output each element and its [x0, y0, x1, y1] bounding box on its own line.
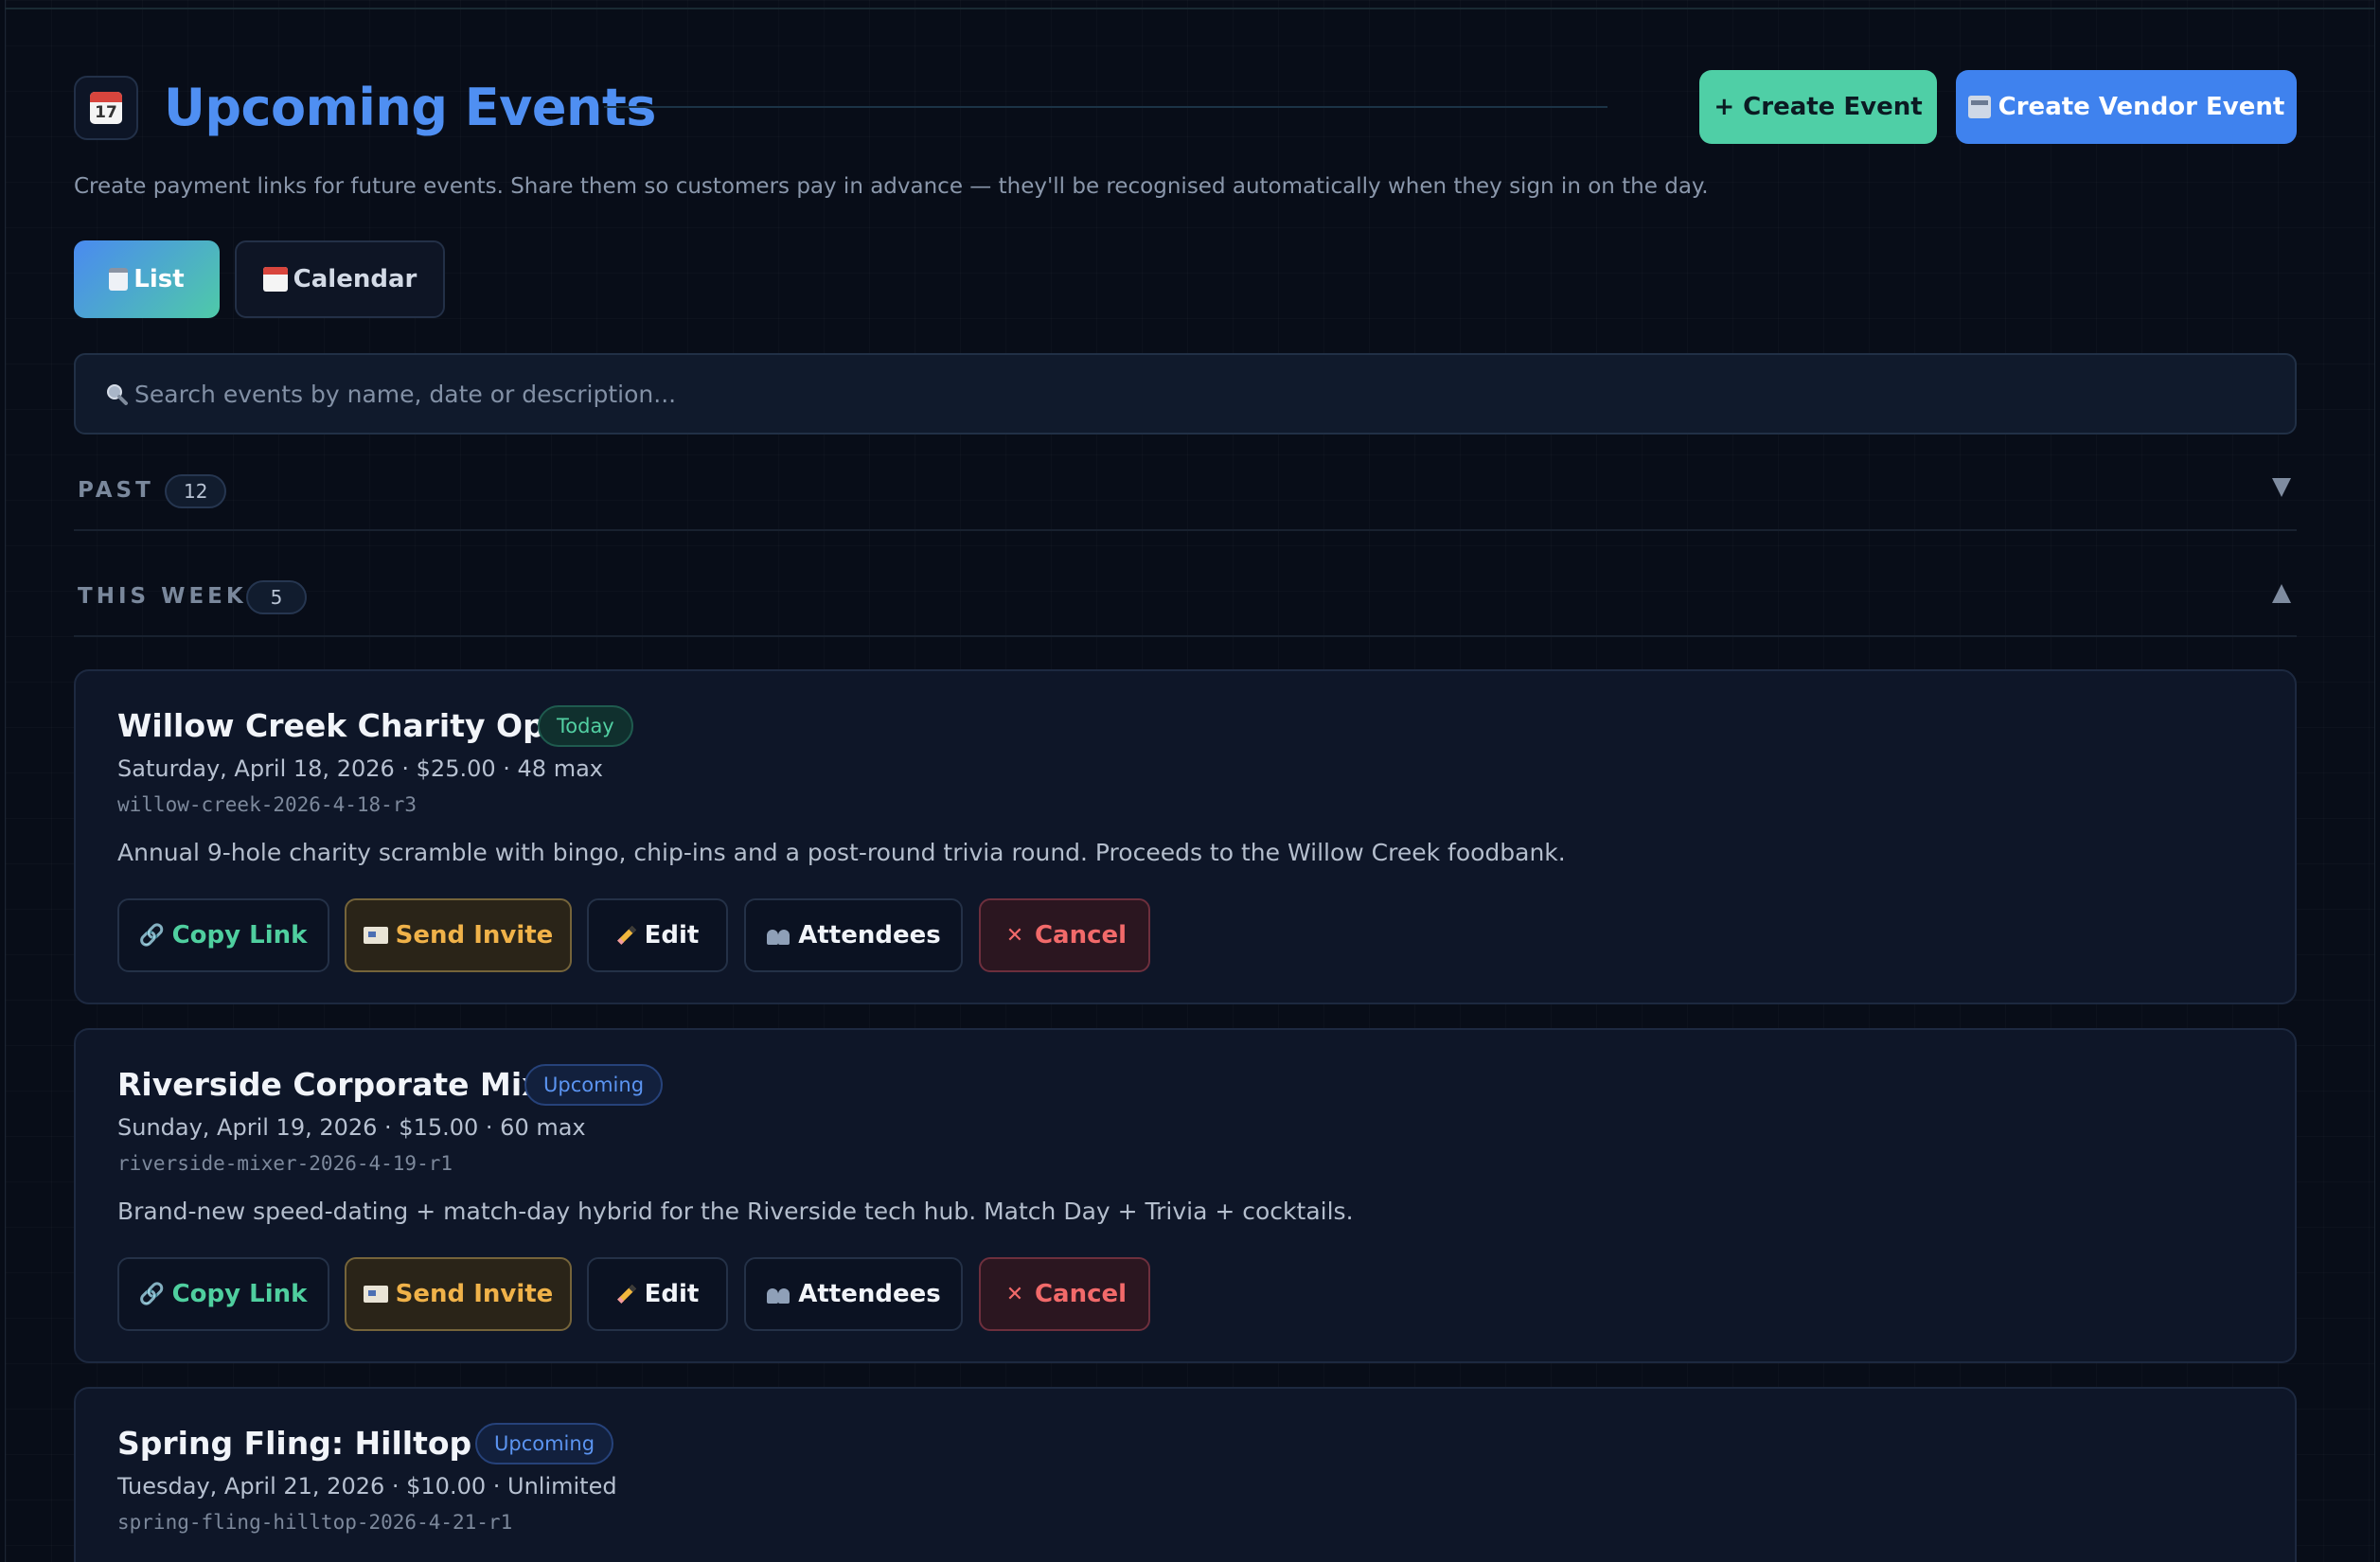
tab-list[interactable]: List — [74, 240, 220, 318]
top-divider — [5, 8, 2375, 9]
pencil-icon — [616, 926, 636, 945]
status-badge: Today — [538, 705, 633, 747]
status-badge: Upcoming — [524, 1064, 664, 1106]
attendees-label: Attendees — [798, 921, 941, 950]
event-meta: Tuesday, April 21, 2026 · $10.00 · Unlim… — [117, 1473, 617, 1500]
chevron-up-icon[interactable] — [2272, 584, 2291, 603]
cancel-button[interactable]: ✕ Cancel — [979, 898, 1150, 972]
event-title: Spring Fling: Hilltop HQ — [117, 1425, 536, 1462]
envelope-icon — [363, 1286, 388, 1303]
envelope-icon — [363, 927, 388, 944]
section-past[interactable]: PAST 12 — [74, 465, 2297, 531]
title-divider — [604, 106, 1607, 108]
event-meta: Sunday, April 19, 2026 · $15.00 · 60 max — [117, 1114, 586, 1141]
shop-icon — [1967, 96, 1991, 118]
copy-link-label: Copy Link — [171, 921, 308, 950]
create-vendor-event-button[interactable]: Create Vendor Event — [1956, 70, 2297, 144]
send-invite-label: Send Invite — [395, 921, 554, 950]
tab-calendar-label: Calendar — [293, 265, 417, 293]
attendees-label: Attendees — [798, 1280, 941, 1308]
tab-list-label: List — [133, 265, 185, 293]
event-slug: riverside-mixer-2026-4-19-r1 — [117, 1152, 453, 1175]
search-icon — [107, 384, 128, 405]
cancel-label: Cancel — [1034, 1280, 1128, 1308]
event-slug: willow-creek-2026-4-18-r3 — [117, 793, 417, 816]
create-event-button[interactable]: + Create Event — [1699, 70, 1937, 144]
event-title: Riverside Corporate Mixer — [117, 1066, 579, 1103]
clipboard-icon — [109, 268, 129, 291]
event-description: Annual 9-hole charity scramble with bing… — [117, 839, 1566, 866]
tab-calendar[interactable]: Calendar — [235, 240, 445, 318]
section-past-label: PAST — [78, 478, 154, 503]
edit-label: Edit — [644, 1280, 700, 1308]
pencil-icon — [616, 1285, 636, 1304]
page-header: 17 Upcoming Events + Create Event Create… — [74, 70, 2297, 146]
edit-button[interactable]: Edit — [587, 898, 728, 972]
send-invite-button[interactable]: Send Invite — [345, 1257, 572, 1331]
people-icon — [766, 1285, 790, 1304]
calendar-icon: 17 — [74, 76, 138, 140]
cancel-label: Cancel — [1034, 921, 1128, 950]
section-this-week-label: THIS WEEK — [78, 584, 247, 609]
page-title: Upcoming Events — [164, 78, 656, 137]
edit-button[interactable]: Edit — [587, 1257, 728, 1331]
page-subtitle: Create payment links for future events. … — [74, 174, 1709, 199]
x-icon: ✕ — [1005, 1282, 1024, 1306]
status-badge: Upcoming — [475, 1423, 614, 1464]
event-title: Willow Creek Charity Open — [117, 707, 589, 744]
calendar-icon — [262, 267, 288, 292]
edit-label: Edit — [644, 921, 700, 950]
chevron-down-icon[interactable] — [2272, 478, 2291, 497]
x-icon: ✕ — [1005, 923, 1024, 948]
section-past-count: 12 — [165, 474, 227, 508]
copy-link-button[interactable]: 🔗 Copy Link — [117, 898, 329, 972]
link-icon: 🔗 — [138, 923, 166, 948]
copy-link-button[interactable]: 🔗 Copy Link — [117, 1257, 329, 1331]
section-this-week-count: 5 — [246, 580, 307, 614]
event-slug: spring-fling-hilltop-2026-4-21-r1 — [117, 1511, 513, 1534]
copy-link-label: Copy Link — [171, 1280, 308, 1308]
section-this-week[interactable]: THIS WEEK 5 — [74, 571, 2297, 637]
search-input[interactable] — [134, 355, 2274, 433]
attendees-button[interactable]: Attendees — [744, 898, 963, 972]
search-bar — [74, 353, 2297, 435]
people-icon — [766, 926, 790, 945]
event-meta: Saturday, April 18, 2026 · $25.00 · 48 m… — [117, 755, 603, 782]
event-card: Willow Creek Charity Open Today Saturday… — [74, 669, 2297, 1004]
send-invite-button[interactable]: Send Invite — [345, 898, 572, 972]
event-card: Spring Fling: Hilltop HQ Upcoming Tuesda… — [74, 1387, 2297, 1562]
create-vendor-event-label: Create Vendor Event — [1998, 93, 2285, 121]
link-icon: 🔗 — [138, 1282, 166, 1306]
attendees-button[interactable]: Attendees — [744, 1257, 963, 1331]
event-description: Brand-new speed-dating + match-day hybri… — [117, 1198, 1354, 1225]
event-card: Riverside Corporate Mixer Upcoming Sunda… — [74, 1028, 2297, 1363]
send-invite-label: Send Invite — [395, 1280, 554, 1308]
cancel-button[interactable]: ✕ Cancel — [979, 1257, 1150, 1331]
